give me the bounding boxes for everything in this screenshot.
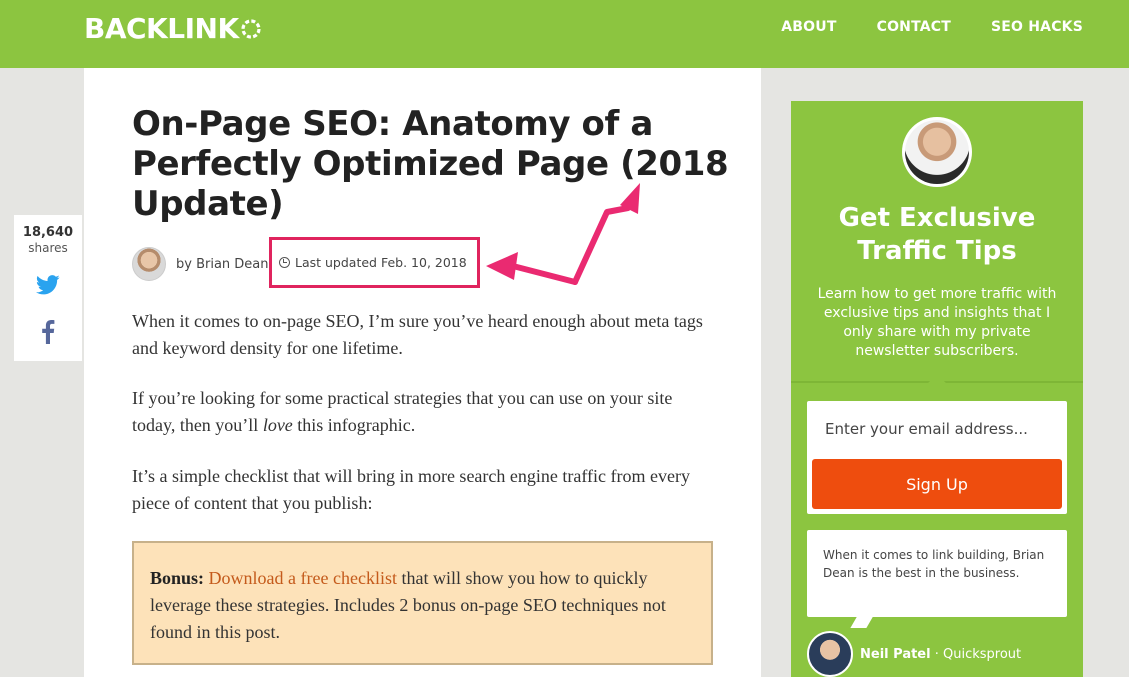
testimonial-avatar bbox=[807, 631, 853, 677]
sidebar-avatar-photo bbox=[905, 120, 969, 184]
article-meta: by Brian Dean Last updated Feb. 10, 2018 bbox=[132, 237, 480, 288]
page-title: On-Page SEO: Anatomy of a Perfectly Opti… bbox=[132, 104, 729, 224]
newsletter-sidebar: Get Exclusive Traffic Tips Learn how to … bbox=[791, 101, 1083, 677]
email-field[interactable] bbox=[815, 409, 1059, 449]
share-widget: 18,640 shares bbox=[14, 215, 82, 361]
nav-about[interactable]: ABOUT bbox=[781, 19, 836, 35]
quoter-name: Neil Patel bbox=[860, 647, 931, 662]
paragraph-2-emphasis: love bbox=[262, 415, 293, 435]
testimonial-author: Neil Patel · Quicksprout bbox=[860, 647, 1021, 662]
twitter-icon[interactable] bbox=[36, 275, 60, 295]
sidebar-notch bbox=[927, 374, 947, 394]
main-nav: ABOUT CONTACT SEO HACKS bbox=[781, 19, 1083, 35]
quoter-company: Quicksprout bbox=[942, 647, 1022, 662]
share-count: 18,640 bbox=[22, 225, 74, 240]
intro-paragraph-3: It’s a simple checklist that will bring … bbox=[132, 466, 690, 513]
nav-seo-hacks[interactable]: SEO HACKS bbox=[991, 19, 1083, 35]
logo-o-icon bbox=[241, 18, 261, 39]
site-logo[interactable]: BACKLINK bbox=[84, 12, 262, 45]
clock-icon bbox=[279, 257, 290, 268]
intro-paragraph-2: If you’re looking for some practical str… bbox=[132, 385, 712, 439]
share-label: shares bbox=[28, 241, 68, 255]
testimonial-quote: When it comes to link building, Brian De… bbox=[807, 530, 1067, 617]
site-header: BACKLINK ABOUT CONTACT SEO HACKS bbox=[0, 0, 1129, 68]
facebook-icon[interactable] bbox=[41, 320, 55, 344]
download-checklist-link[interactable]: Download a free checklist bbox=[209, 568, 397, 588]
logo-text: BACKLINK bbox=[84, 12, 239, 45]
quoter-separator: · bbox=[930, 647, 943, 662]
intro-paragraph-1: When it comes to on-page SEO, I’m sure y… bbox=[132, 311, 703, 358]
sidebar-avatar bbox=[902, 117, 972, 187]
paragraph-2-end: this infographic. bbox=[292, 415, 416, 435]
last-updated-text: Last updated Feb. 10, 2018 bbox=[295, 255, 467, 270]
bonus-callout: Bonus: Download a free checklist that wi… bbox=[132, 541, 713, 665]
author-byline[interactable]: by Brian Dean bbox=[176, 257, 269, 272]
last-updated-highlight: Last updated Feb. 10, 2018 bbox=[269, 237, 480, 288]
sidebar-description: Learn how to get more traffic with exclu… bbox=[817, 286, 1057, 359]
bonus-label: Bonus: bbox=[150, 568, 205, 588]
article-content: On-Page SEO: Anatomy of a Perfectly Opti… bbox=[84, 68, 761, 677]
sidebar-title: Get Exclusive Traffic Tips bbox=[838, 203, 1036, 266]
sign-up-button[interactable]: Sign Up bbox=[812, 459, 1062, 509]
author-avatar bbox=[132, 247, 166, 281]
signup-form: Sign Up bbox=[807, 401, 1067, 514]
nav-contact[interactable]: CONTACT bbox=[877, 19, 951, 35]
